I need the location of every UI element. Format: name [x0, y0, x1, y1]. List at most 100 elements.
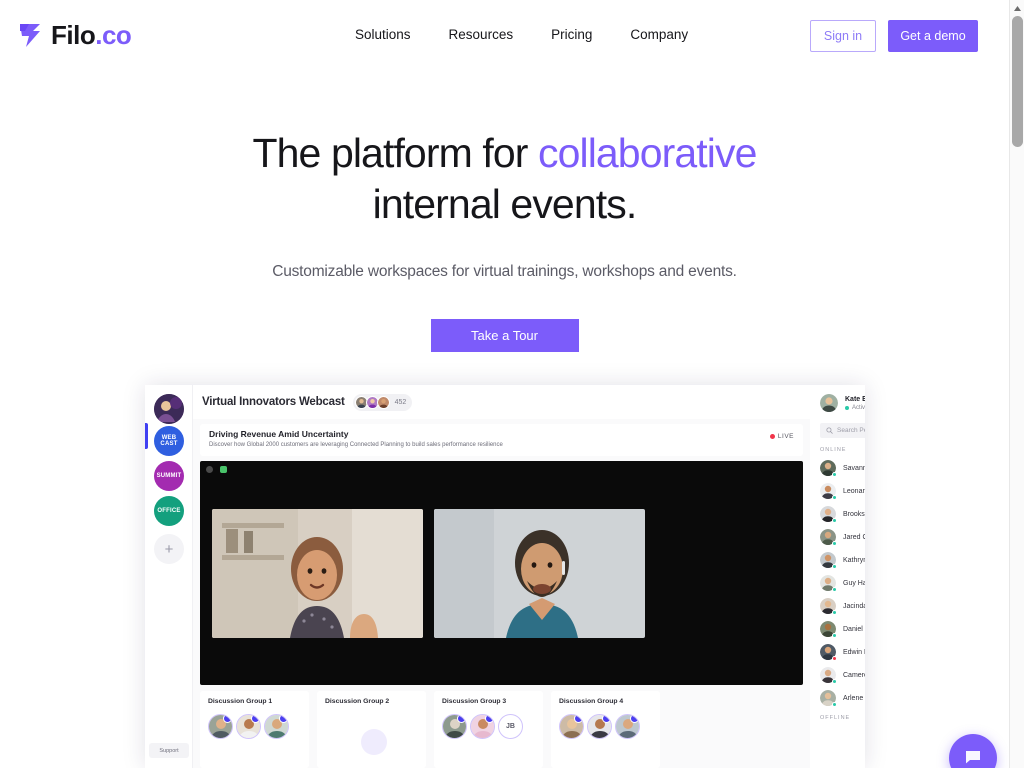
nav-link-company[interactable]: Company [630, 27, 688, 42]
video-tiles [212, 509, 645, 638]
online-section-label: ONLINE [820, 447, 847, 453]
discussion-group-title: Discussion Group 4 [559, 698, 624, 705]
scroll-up-arrow-icon[interactable] [1010, 2, 1024, 15]
group-member-avatar[interactable] [587, 714, 612, 739]
person-avatar [820, 506, 837, 523]
person-row[interactable]: Arlene McCoy [820, 690, 865, 707]
workspace-summit-label: SUMMIT [156, 472, 182, 479]
filo-flag-mark-icon [20, 24, 40, 47]
person-row[interactable]: Brooks Simmons [820, 506, 865, 523]
group-member-avatar[interactable] [615, 714, 640, 739]
hero-headline-accent: collaborative [537, 130, 757, 176]
support-button[interactable]: Support [149, 743, 189, 758]
video-tile-speaker-1[interactable] [212, 509, 423, 638]
member-status-badge [602, 715, 611, 723]
person-row[interactable]: Savannah Nguyen [820, 460, 865, 477]
online-status-dot [832, 679, 837, 684]
person-name: Jared Cooper [843, 533, 865, 541]
active-workspace-indicator [145, 423, 148, 449]
member-status-badge [574, 715, 583, 723]
people-panel-wrapper: Kate Elliott Active [810, 385, 865, 768]
person-avatar [820, 552, 837, 569]
take-a-tour-button[interactable]: Take a Tour [430, 319, 579, 352]
add-workspace-button[interactable]: + [154, 534, 184, 564]
search-people-input[interactable]: Search People [820, 423, 865, 438]
group-members: JB [442, 714, 535, 739]
sign-in-button[interactable]: Sign in [810, 20, 876, 52]
workspace-office[interactable]: OFFICE [154, 496, 184, 526]
video-stage[interactable] [200, 461, 803, 685]
get-a-demo-button[interactable]: Get a demo [888, 20, 978, 52]
browser-scrollbar[interactable] [1009, 0, 1024, 768]
person-row[interactable]: Edwin DeCat [820, 644, 865, 661]
person-avatar [820, 598, 837, 615]
person-avatar [820, 690, 837, 707]
people-panel: Kate Elliott Active [810, 385, 865, 768]
avatar-icon [820, 394, 838, 412]
session-description: Discover how Global 2000 customers are l… [209, 442, 503, 448]
status-label: Active [852, 404, 865, 411]
discussion-group-card[interactable]: Discussion Group 4 [551, 691, 660, 768]
speaker-1-video [212, 509, 423, 638]
offline-section-label: OFFLINE [820, 715, 851, 721]
current-user[interactable]: Kate Elliott Active [820, 394, 865, 412]
live-label: LIVE [777, 433, 794, 440]
session-card: Driving Revenue Amid Uncertainty Discove… [200, 424, 803, 456]
discussion-group-card[interactable]: Discussion Group 2 [317, 691, 426, 768]
person-name: Leonard Pena [843, 487, 865, 495]
nav-link-resources[interactable]: Resources [449, 27, 514, 42]
hero-subtitle: Customizable workspaces for virtual trai… [272, 263, 737, 280]
person-row[interactable]: Jared Cooper [820, 529, 865, 546]
person-name: Daniel Nagaraj [843, 625, 865, 633]
nav-link-solutions[interactable]: Solutions [355, 27, 411, 42]
workspace-summit[interactable]: SUMMIT [154, 461, 184, 491]
person-name: Savannah Nguyen [843, 464, 865, 472]
online-status-dot [832, 702, 837, 707]
group-member-avatar[interactable] [236, 714, 261, 739]
status-dot [845, 405, 849, 410]
member-status-badge [457, 715, 466, 723]
person-row[interactable]: Jacinda Jones [820, 598, 865, 615]
group-members [208, 714, 301, 739]
workspace-office-label: OFFICE [157, 507, 181, 514]
group-member-avatar[interactable] [442, 714, 467, 739]
brand-name: Filo.co [51, 20, 132, 51]
chat-support-icon [966, 751, 980, 764]
group-members [559, 714, 652, 739]
person-row[interactable]: Guy Hawkins [820, 575, 865, 592]
video-tile-speaker-2[interactable] [434, 509, 645, 638]
hero-headline-part1: The platform for [252, 130, 538, 176]
group-member-avatar[interactable] [559, 714, 584, 739]
person-row[interactable]: Kathryn Murphy [820, 552, 865, 569]
group-member-avatar[interactable] [208, 714, 233, 739]
person-row[interactable]: Daniel Nagaraj [820, 621, 865, 638]
hero-section: The platform for collaborative internal … [0, 133, 1009, 352]
member-status-badge [279, 715, 288, 723]
support-chat-fab[interactable] [949, 734, 997, 768]
search-placeholder: Search People [837, 427, 865, 434]
current-user-avatar [820, 394, 838, 412]
settings-icon [206, 466, 213, 473]
workspace-avatar[interactable] [154, 394, 184, 424]
group-member-avatar-initials[interactable]: JB [498, 714, 523, 739]
session-title: Driving Revenue Amid Uncertainty [209, 429, 349, 439]
scrollbar-thumb[interactable] [1012, 16, 1023, 147]
member-status-badge [485, 715, 494, 723]
person-avatar [820, 667, 837, 684]
person-name: Brooks Simmons [843, 510, 865, 518]
group-member-avatar[interactable] [470, 714, 495, 739]
workspace-webcast[interactable]: WEB CAST [154, 426, 184, 456]
person-row[interactable]: Cameron Williamson [820, 667, 865, 684]
brand-logo[interactable]: Filo.co [18, 20, 132, 51]
person-row[interactable]: Leonard Pena [820, 483, 865, 500]
search-icon [826, 427, 833, 434]
brand-suffix: .co [95, 20, 132, 50]
person-name: Cameron Williamson [843, 671, 865, 679]
discussion-group-card[interactable]: Discussion Group 1 [200, 691, 309, 768]
attendees-pill[interactable]: 452 [352, 393, 413, 411]
nav-link-pricing[interactable]: Pricing [551, 27, 592, 42]
group-member-avatar[interactable] [264, 714, 289, 739]
person-name: Jacinda Jones [843, 602, 865, 610]
person-avatar [820, 644, 837, 661]
discussion-group-card[interactable]: Discussion Group 3 JB [434, 691, 543, 768]
